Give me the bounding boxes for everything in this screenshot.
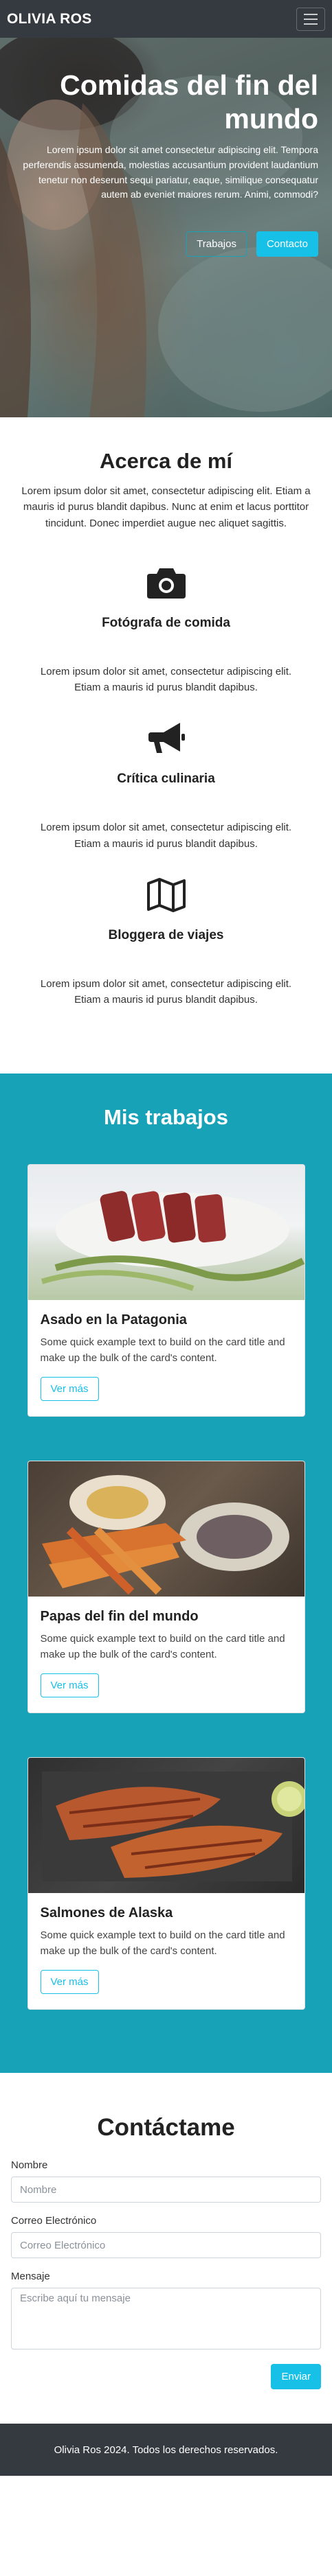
feature-text: Lorem ipsum dolor sit amet, consectetur … (40, 977, 292, 1006)
menu-toggle-button[interactable] (296, 7, 325, 31)
contact-title: Contáctame (97, 2114, 235, 2142)
message-field[interactable] (11, 2288, 321, 2350)
card-title: Asado en la Patagonia (40, 1312, 187, 1328)
see-more-button[interactable]: Ver más (40, 1970, 99, 1995)
card-text: Some quick example text to build on the … (40, 1633, 285, 1660)
feature-item: Bloggera de viajes Lorem ipsum dolor sit… (10, 877, 322, 1008)
work-card: Papas del fin del mundo Some quick examp… (27, 1461, 305, 1714)
footer-text: Olivia Ros 2024. Todos los derechos rese… (54, 2444, 278, 2456)
brand-logo[interactable]: OLIVIA ROS (7, 11, 92, 27)
works-section: Mis trabajos Asado en la Patagonia Some … (0, 1074, 332, 2074)
feature-title: Fotógrafa de comida (102, 615, 230, 630)
card-title: Salmones de Alaska (40, 1905, 173, 1921)
about-title: Acerca de mí (100, 449, 232, 473)
feature-item: Fotógrafa de comida Lorem ipsum dolor si… (10, 564, 322, 696)
works-button[interactable]: Trabajos (186, 231, 247, 257)
submit-button[interactable]: Enviar (271, 2364, 321, 2390)
contact-button[interactable]: Contacto (256, 231, 318, 257)
email-label: Correo Electrónico (11, 2215, 97, 2227)
card-body: Papas del fin del mundo Some quick examp… (28, 1597, 305, 1713)
hamburger-icon-line (304, 18, 318, 20)
feature-text: Lorem ipsum dolor sit amet, consectetur … (40, 822, 292, 850)
hamburger-icon (304, 13, 318, 15)
card-title: Papas del fin del mundo (40, 1609, 199, 1625)
work-card: Salmones de Alaska Some quick example te… (27, 1757, 305, 2010)
name-label: Nombre (11, 2159, 48, 2172)
navbar: OLIVIA ROS (0, 0, 332, 38)
about-intro: Lorem ipsum dolor sit amet, consectetur … (21, 485, 311, 529)
contact-section: Contáctame Nombre Correo Electrónico Men… (0, 2073, 332, 2424)
contact-form: Nombre Correo Electrónico Mensaje Enviar (11, 2159, 321, 2390)
hero-text: Lorem ipsum dolor sit amet consectetur a… (23, 144, 318, 200)
see-more-button[interactable]: Ver más (40, 1673, 99, 1698)
potatoes-illustration (41, 1475, 289, 1595)
feature-text: Lorem ipsum dolor sit amet, consectetur … (40, 665, 292, 693)
steak-illustration (41, 1191, 305, 1292)
footer: Olivia Ros 2024. Todos los derechos rese… (0, 2424, 332, 2476)
hero-content: Comidas del fin del mundo Lorem ipsum do… (16, 69, 318, 257)
message-label: Mensaje (11, 2271, 50, 2283)
hamburger-icon-line (304, 23, 318, 25)
card-image-salmon (27, 1758, 305, 1894)
megaphone-icon (148, 723, 185, 754)
card-image-potatoes (27, 1461, 305, 1597)
work-card: Asado en la Patagonia Some quick example… (27, 1164, 305, 1417)
feature-item: Crítica culinaria Lorem ipsum dolor sit … (10, 720, 322, 852)
hero-buttons: Trabajos Contacto (16, 231, 318, 257)
map-icon (146, 877, 186, 912)
works-title: Mis trabajos (104, 1105, 228, 1130)
salmon-illustration (41, 1772, 305, 1882)
see-more-button[interactable]: Ver más (40, 1377, 99, 1402)
email-field[interactable] (11, 2232, 321, 2259)
card-body: Salmones de Alaska Some quick example te… (28, 1893, 305, 2009)
hero-title: Comidas del fin del mundo (60, 69, 318, 135)
feature-title: Bloggera de viajes (108, 927, 224, 942)
camera-icon (146, 568, 186, 599)
about-section: Acerca de mí Lorem ipsum dolor sit amet,… (0, 417, 332, 1074)
hero-section: Comidas del fin del mundo Lorem ipsum do… (0, 0, 332, 417)
card-text: Some quick example text to build on the … (40, 1929, 285, 1957)
card-body: Asado en la Patagonia Some quick example… (28, 1300, 305, 1416)
name-field[interactable] (11, 2177, 321, 2203)
submit-row: Enviar (11, 2364, 321, 2390)
card-image-steak (27, 1165, 305, 1301)
card-text: Some quick example text to build on the … (40, 1336, 285, 1364)
feature-title: Crítica culinaria (117, 771, 215, 787)
